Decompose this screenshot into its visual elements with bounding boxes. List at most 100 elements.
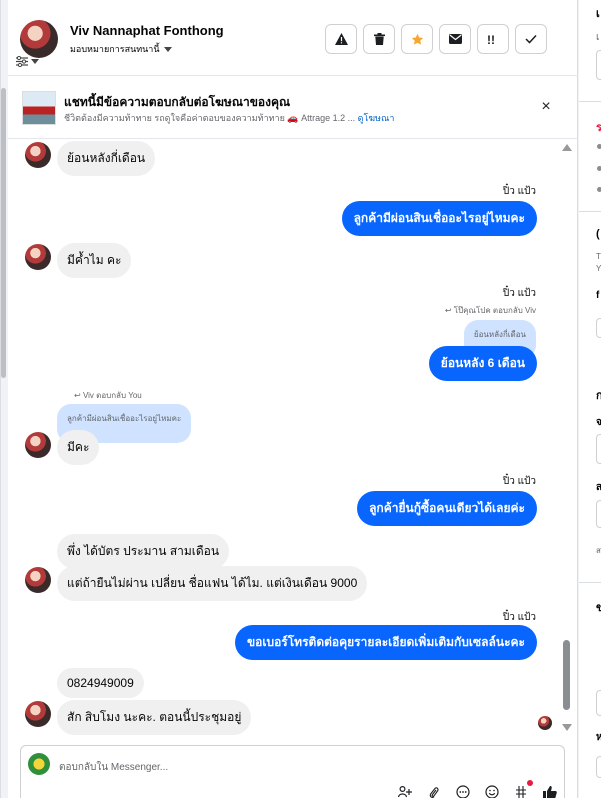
mark-unread-button[interactable]	[439, 24, 471, 54]
composer-toolbar	[396, 780, 559, 798]
seen-receipt-avatar	[538, 716, 552, 730]
star-icon	[411, 33, 423, 45]
contact-avatar[interactable]	[25, 432, 51, 458]
incoming-message[interactable]: แต่ถ้ายืนไม่ผ่าน เปลี่ยน ชื่อแฟน ได้ไม. …	[57, 566, 368, 601]
sidebar-label-fragment: จ	[596, 417, 601, 428]
sliders-icon	[16, 56, 28, 67]
incoming-message[interactable]: สัก สิบโมง นะคะ. ตอนนี้ประชุมอยู่	[57, 700, 252, 735]
ad-reply-banner: แชทนี้มีข้อความตอบกลับต่อโฆษณาของคุณ ชีว…	[8, 77, 578, 139]
sidebar-bullet	[597, 187, 601, 192]
reply-indicator: ↩ Viv ตอบกลับ You	[74, 391, 142, 400]
sidebar-bullet	[597, 166, 601, 171]
outgoing-message[interactable]: ย้อนหลัง 6 เดือน	[428, 346, 537, 381]
thread-scrollbar[interactable]	[559, 140, 573, 738]
delete-button[interactable]	[363, 24, 395, 54]
incoming-message[interactable]: ย้อนหลังกี่เดือน	[57, 141, 156, 176]
contact-details-sidebar: เ เ ร ( T Y f ก จ ส ส ข ห	[579, 0, 601, 798]
reply-composer: ตอบกลับใน Messenger...	[20, 745, 565, 798]
sender-name: ปิ๋ว แป้ว	[502, 476, 536, 487]
ad-caption: ชีวิตต้องมีความท้าทาย รถดูใจคือค่าตอบของ…	[64, 113, 356, 123]
outgoing-message[interactable]: ขอเบอร์โทรติดต่อคุยรายละเอียดเพิ่มเติมกั…	[234, 625, 537, 660]
attachment-icon[interactable]	[425, 784, 443, 798]
sidebar-field[interactable]	[596, 434, 601, 464]
conversation-header: Viv Nannaphat Fonthong มอบหมายการสนทนานี…	[8, 0, 578, 76]
warning-icon	[334, 33, 348, 45]
sidebar-field[interactable]	[596, 690, 601, 716]
assign-label: มอบหมายการสนทนานี้	[70, 44, 160, 54]
reply-input[interactable]: ตอบกลับใน Messenger...	[59, 760, 168, 775]
sidebar-field[interactable]	[596, 50, 601, 80]
reply-indicator: ↩ โป๊คุณโปค ตอบกลับ Viv	[444, 306, 536, 315]
sidebar-field[interactable]	[596, 756, 601, 778]
sidebar-bullet	[597, 144, 601, 149]
incoming-message[interactable]: มีคะ	[57, 430, 100, 465]
sidebar-heading-fragment: ข	[596, 602, 601, 614]
close-icon[interactable]: ×	[538, 98, 554, 115]
sidebar-text-fragment: Y	[596, 264, 601, 273]
chevron-down-icon	[163, 46, 172, 52]
ad-thumbnail[interactable]	[22, 91, 56, 125]
contact-avatar[interactable]	[25, 142, 51, 168]
svg-text:!!: !!	[487, 33, 495, 46]
sidebar-divider	[579, 101, 601, 102]
incoming-message[interactable]: มีค้ำไม คะ	[57, 243, 132, 278]
notification-dot	[527, 780, 533, 786]
chevron-down-icon	[31, 59, 39, 64]
conversation-panel: Viv Nannaphat Fonthong มอบหมายการสนทนานี…	[8, 0, 578, 798]
sidebar-label-fragment: f	[596, 290, 600, 301]
sidebar-heading-fragment: เ	[596, 8, 600, 20]
filter-settings-button[interactable]	[16, 56, 39, 67]
reply-indicator-text: Viv ตอบกลับ You	[82, 391, 142, 400]
sidebar-divider	[579, 582, 601, 583]
scroll-down-icon[interactable]	[562, 724, 572, 731]
message-thread[interactable]: ย้อนหลังกี่เดือน ปิ๋ว แป้ว ลูกค้ามีผ่อนส…	[8, 140, 578, 738]
check-icon	[525, 34, 537, 44]
sidebar-divider	[579, 211, 601, 212]
envelope-icon	[448, 34, 462, 44]
sender-name: ปิ๋ว แป้ว	[502, 612, 536, 623]
app-root: Viv Nannaphat Fonthong มอบหมายการสนทนานี…	[0, 0, 601, 798]
incoming-message[interactable]: 0824949009	[57, 668, 144, 698]
sidebar-text-fragment: ส	[596, 546, 601, 555]
incoming-message[interactable]: พึ่ง ได้บัตร ประมาน สามเดือน	[57, 534, 230, 569]
follow-up-button[interactable]: !!	[477, 24, 509, 54]
add-people-icon[interactable]	[396, 784, 414, 798]
sidebar-field[interactable]	[596, 500, 601, 528]
sidebar-heading-fragment: ก	[596, 390, 601, 402]
ad-banner-title: แชทนี้มีข้อความตอบกลับต่อโฆษณาของคุณ	[64, 95, 291, 109]
more-icon[interactable]	[454, 784, 472, 798]
thumbs-up-icon[interactable]	[541, 784, 559, 798]
sidebar-heading-fragment: (	[596, 228, 600, 240]
sidebar-text-fragment: T	[596, 252, 601, 261]
outgoing-message[interactable]: ลูกค้ามีผ่อนสินเชื่ออะไรอยู่ไหมคะ	[341, 201, 537, 236]
sidebar-label-fragment: ส	[596, 482, 601, 493]
contact-avatar[interactable]	[25, 701, 51, 727]
sidebar-text-fragment: เ	[596, 32, 600, 43]
sidebar-heading-fragment: ร	[596, 122, 601, 134]
important-icon: !!	[487, 33, 495, 46]
reply-indicator-text: โป๊คุณโปค ตอบกลับ Viv	[453, 306, 536, 315]
left-scrollbar[interactable]	[0, 0, 8, 798]
star-button[interactable]	[401, 24, 433, 54]
assign-conversation-dropdown[interactable]: มอบหมายการสนทนานี้	[70, 42, 172, 56]
outgoing-message[interactable]: ลูกค้ายื่นกู้ซื้อคนเดียวได้เลยค่ะ	[357, 491, 537, 526]
contact-avatar[interactable]	[20, 20, 58, 58]
spam-button[interactable]	[325, 24, 357, 54]
view-ad-link[interactable]: ดูโฆษณา	[358, 113, 395, 123]
left-scroll-thumb[interactable]	[1, 88, 6, 378]
contact-avatar[interactable]	[25, 567, 51, 593]
page-avatar	[28, 753, 50, 775]
header-actions: !!	[325, 24, 547, 54]
gif-icon[interactable]	[512, 780, 533, 798]
contact-avatar[interactable]	[25, 244, 51, 270]
scroll-up-icon[interactable]	[562, 144, 572, 151]
scroll-thumb[interactable]	[563, 640, 570, 710]
sidebar-field[interactable]	[596, 318, 601, 338]
trash-icon	[373, 33, 385, 45]
contact-name[interactable]: Viv Nannaphat Fonthong	[70, 23, 224, 38]
sender-name: ปิ๋ว แป้ว	[502, 288, 536, 299]
mark-done-button[interactable]	[515, 24, 547, 54]
ad-banner-subtitle: ชีวิตต้องมีความท้าทาย รถดูใจคือค่าตอบของ…	[64, 111, 394, 125]
sidebar-label-fragment: ห	[596, 732, 601, 743]
emoji-icon[interactable]	[483, 784, 501, 798]
